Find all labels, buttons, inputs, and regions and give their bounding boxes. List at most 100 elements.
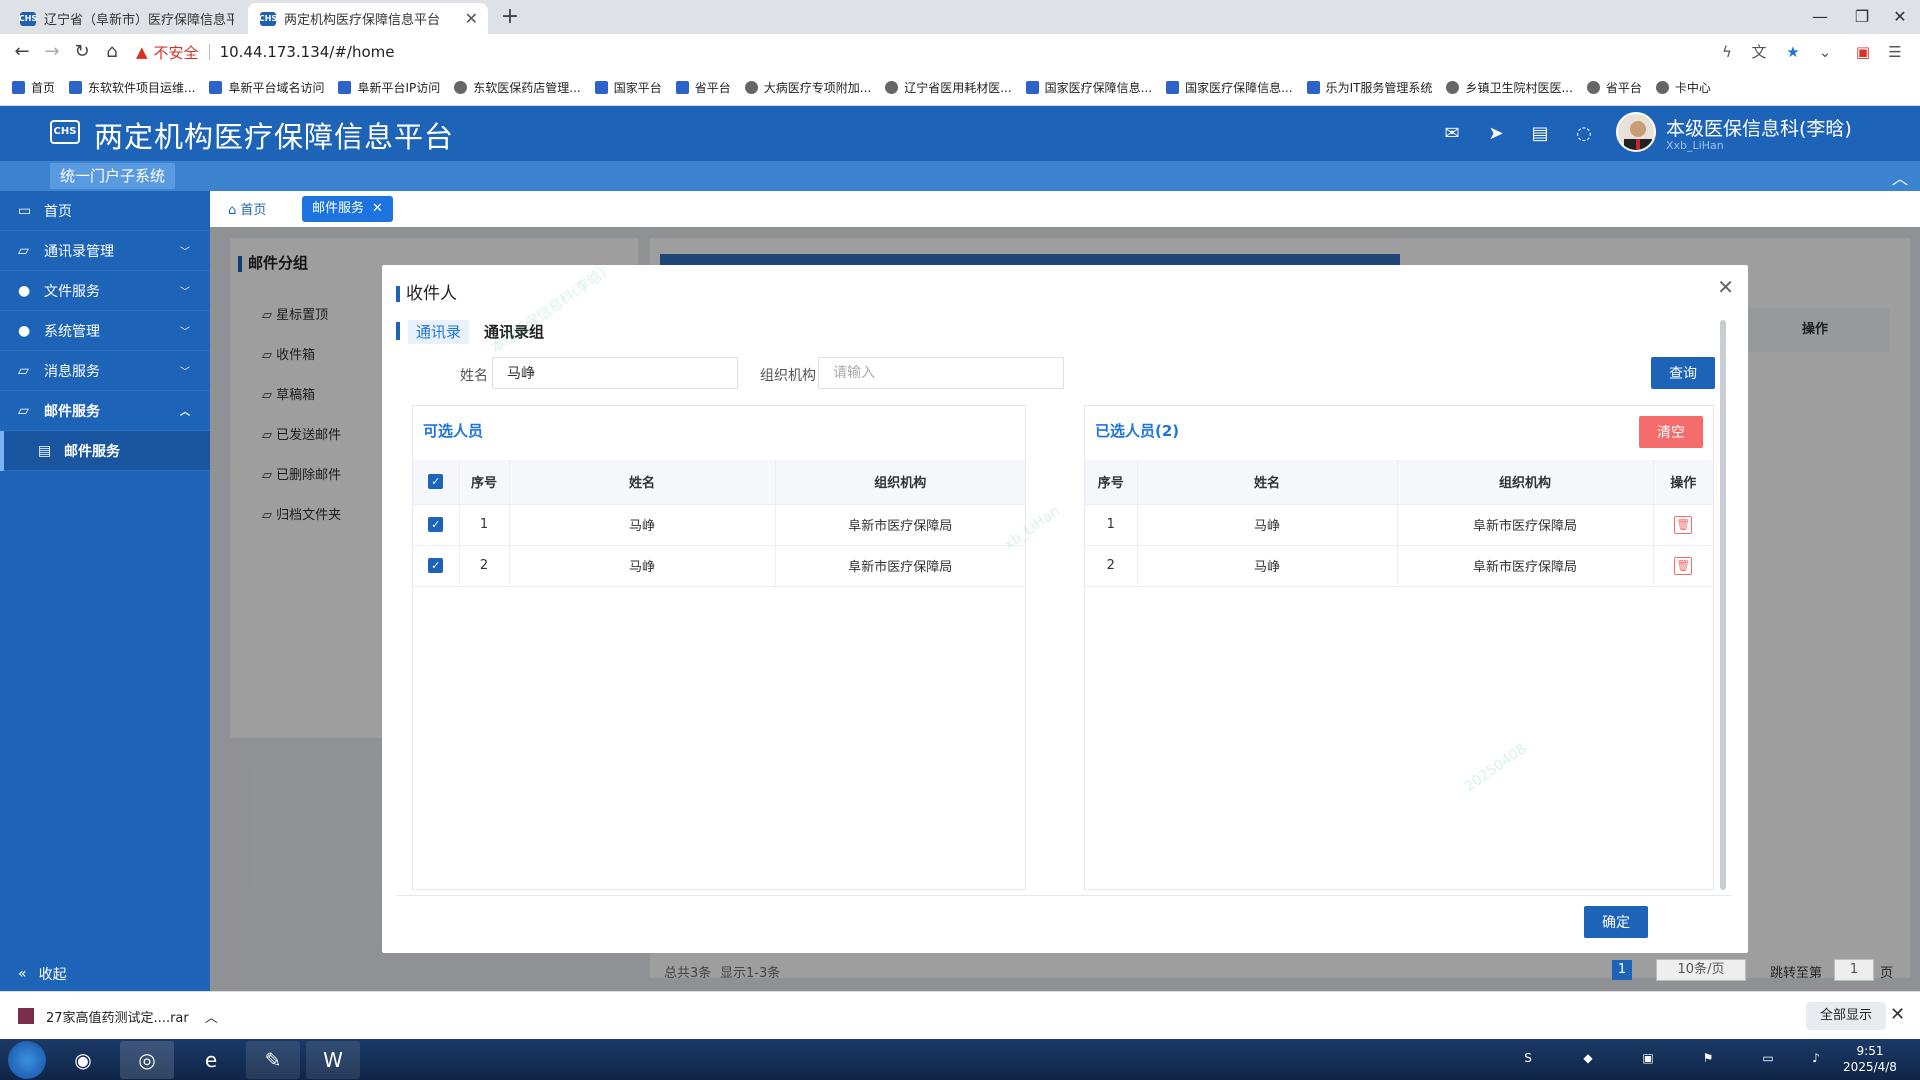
mail-icon[interactable]: ✉ [1440, 122, 1464, 146]
checkbox-checked-icon[interactable]: ✓ [428, 517, 444, 532]
trash-icon[interactable]: 🗑 [1674, 515, 1693, 534]
user-name[interactable]: 本级医保信息科(李晗) [1666, 114, 1852, 141]
tray-icon[interactable]: ◆ [1580, 1051, 1596, 1067]
app-icon[interactable]: ◉ [56, 1041, 110, 1079]
confirm-button[interactable]: 确定 [1584, 906, 1648, 938]
table-row: 2 马峥 阜新市医疗保障局 🗑 [1085, 545, 1713, 587]
chevron-down-icon: ﹀ [180, 367, 190, 378]
selected-title: 已选人员(2) [1095, 422, 1180, 440]
name-input[interactable] [492, 357, 738, 389]
sidebar-subitem-mail-service[interactable]: ▤ 邮件服务 [0, 431, 210, 471]
org-input[interactable] [818, 357, 1064, 389]
tray-icon[interactable]: ⚑ [1700, 1051, 1716, 1067]
bookmark-item[interactable]: 大病医疗专项附加... [744, 79, 871, 96]
paint-icon[interactable]: ✎ [246, 1041, 300, 1079]
network-icon[interactable]: ▭ [1760, 1051, 1776, 1067]
subsystem-label[interactable]: 统一门户子系统 [50, 163, 176, 189]
jump-input[interactable]: 1 [1834, 959, 1874, 981]
browser-tab-1[interactable]: CHS 辽宁省（阜新市）医疗保障信息平台 [8, 3, 244, 34]
column-header: 操作 [1653, 460, 1713, 505]
bookmark-item[interactable]: 卡中心 [1655, 79, 1711, 96]
avatar[interactable] [1616, 112, 1656, 152]
sidebar-item-messages[interactable]: ▱ 消息服务 ﹀ [0, 351, 210, 391]
close-icon[interactable]: ✕ [372, 201, 383, 216]
send-icon[interactable]: ➤ [1484, 122, 1508, 146]
chrome-icon[interactable]: ◎ [120, 1041, 174, 1079]
sidebar-item-contacts[interactable]: ▱ 通讯录管理 ﹀ [0, 231, 210, 271]
bookmark-item[interactable]: 省平台 [1586, 79, 1642, 96]
menu-icon[interactable]: ☰ [1884, 42, 1906, 62]
close-icon[interactable]: ✕ [1890, 1004, 1905, 1025]
bookmark-item[interactable]: 乐为IT服务管理系统 [1306, 79, 1432, 96]
word-icon[interactable]: W [306, 1041, 360, 1079]
lightning-icon[interactable]: ϟ [1716, 42, 1738, 62]
bookmark-item[interactable]: 国家平台 [594, 79, 662, 96]
page-tabs: ⌂ 首页 邮件服务 ✕ [210, 191, 1920, 227]
tab-home[interactable]: ⌂ 首页 [228, 199, 266, 218]
close-window-button[interactable]: ✕ [1880, 4, 1920, 30]
close-icon[interactable]: ✕ [1717, 275, 1734, 299]
back-arrow-icon[interactable]: ← [8, 40, 36, 64]
table-row[interactable]: ✓ 2 马峥 阜新市医疗保障局 [413, 545, 1025, 587]
system-clock[interactable]: 9:51 2025/4/8 [1840, 1043, 1900, 1075]
url-field[interactable]: ▲ 不安全 10.44.173.134/#/home [136, 38, 1776, 66]
chat-icon[interactable]: ◌ [1572, 122, 1596, 146]
bookmark-item[interactable]: 国家医疗保障信息... [1166, 79, 1293, 96]
translate-icon[interactable]: 文 [1748, 42, 1770, 62]
home-icon[interactable]: ⌂ [98, 40, 126, 64]
star-icon[interactable]: ★ [1782, 42, 1804, 62]
tab-contact-groups[interactable]: 通讯录组 [484, 320, 544, 344]
ie-icon[interactable]: e [184, 1041, 238, 1079]
chevron-down-icon[interactable]: ⌄ [1814, 42, 1836, 62]
document-icon[interactable]: ▤ [1528, 122, 1552, 146]
sidebar-item-home[interactable]: ▭ 首页 [0, 191, 210, 231]
minimize-button[interactable]: — [1800, 4, 1840, 30]
url-text: 10.44.173.134/#/home [219, 43, 395, 61]
trash-icon[interactable]: 🗑 [1674, 556, 1693, 575]
reload-icon[interactable]: ↻ [68, 40, 96, 64]
table-row[interactable]: ✓ 1 马峥 阜新市医疗保障局 [413, 504, 1025, 546]
chevron-up-icon[interactable]: ︿ [205, 1007, 218, 1026]
tab-contacts[interactable]: 通讯录 [408, 320, 470, 344]
bookmark-item[interactable]: 国家医疗保障信息... [1025, 79, 1152, 96]
bookmark-item[interactable]: 首页 [12, 79, 55, 96]
app-header: CHS 两定机构医疗保障信息平台 ✉ ➤ ▤ ◌ 本级医保信息科(李晗) Xxb… [0, 106, 1920, 161]
row-checkbox-cell[interactable]: ✓ [413, 504, 460, 546]
row-org: 阜新市医疗保障局 [1397, 545, 1654, 587]
bookmark-item[interactable]: 省平台 [675, 79, 731, 96]
tray-icon[interactable]: S [1520, 1051, 1536, 1067]
clear-button[interactable]: 清空 [1639, 416, 1703, 448]
bookmark-item[interactable]: 阜新平台域名访问 [209, 79, 324, 96]
close-tab-icon[interactable]: ✕ [465, 9, 478, 28]
query-button[interactable]: 查询 [1651, 357, 1715, 389]
tray-icon[interactable]: ▣ [1640, 1051, 1656, 1067]
bookmark-item[interactable]: 辽宁省医用耗材医... [885, 79, 1012, 96]
sidebar-collapse-button[interactable]: «收起 [0, 956, 210, 992]
sidebar-item-system[interactable]: ● 系统管理 ﹀ [0, 311, 210, 351]
extension-icon[interactable]: ▣ [1852, 42, 1874, 62]
scrollbar[interactable] [1720, 320, 1726, 890]
restore-button[interactable]: ❐ [1842, 4, 1882, 30]
bookmark-item[interactable]: 东软软件项目运维... [69, 79, 195, 96]
select-all-cell[interactable]: ✓ [413, 460, 460, 505]
page-size-select[interactable]: 10条/页 [1656, 959, 1746, 981]
browser-tab-2[interactable]: CHS 两定机构医疗保障信息平台 ✕ [248, 3, 488, 34]
page-number[interactable]: 1 [1612, 960, 1632, 980]
bookmark-item[interactable]: 阜新平台IP访问 [338, 79, 440, 96]
volume-icon[interactable]: ♪ [1808, 1051, 1824, 1067]
tab-mail-service[interactable]: 邮件服务 ✕ [302, 196, 393, 222]
show-all-button[interactable]: 全部显示 [1806, 1002, 1887, 1030]
checkbox-checked-icon[interactable]: ✓ [428, 558, 444, 573]
chevron-up-icon[interactable]: ︿ [1892, 165, 1908, 189]
start-button[interactable] [8, 1041, 46, 1079]
folder-icon: ▱ [18, 402, 29, 419]
bookmark-item[interactable]: 东软医保药店管理... [454, 79, 581, 96]
download-item[interactable]: 27家高值药测试定....rar ︿ [18, 1002, 218, 1030]
forward-arrow-icon[interactable]: → [38, 40, 66, 64]
bookmark-item[interactable]: 乡镇卫生院村医医... [1446, 79, 1573, 96]
new-tab-button[interactable]: + [496, 4, 524, 30]
sidebar-item-files[interactable]: ● 文件服务 ﹀ [0, 271, 210, 311]
checkbox-checked-icon[interactable]: ✓ [428, 474, 444, 490]
sidebar-item-mail[interactable]: ▱ 邮件服务 ︿ [0, 391, 210, 431]
row-checkbox-cell[interactable]: ✓ [413, 545, 460, 587]
